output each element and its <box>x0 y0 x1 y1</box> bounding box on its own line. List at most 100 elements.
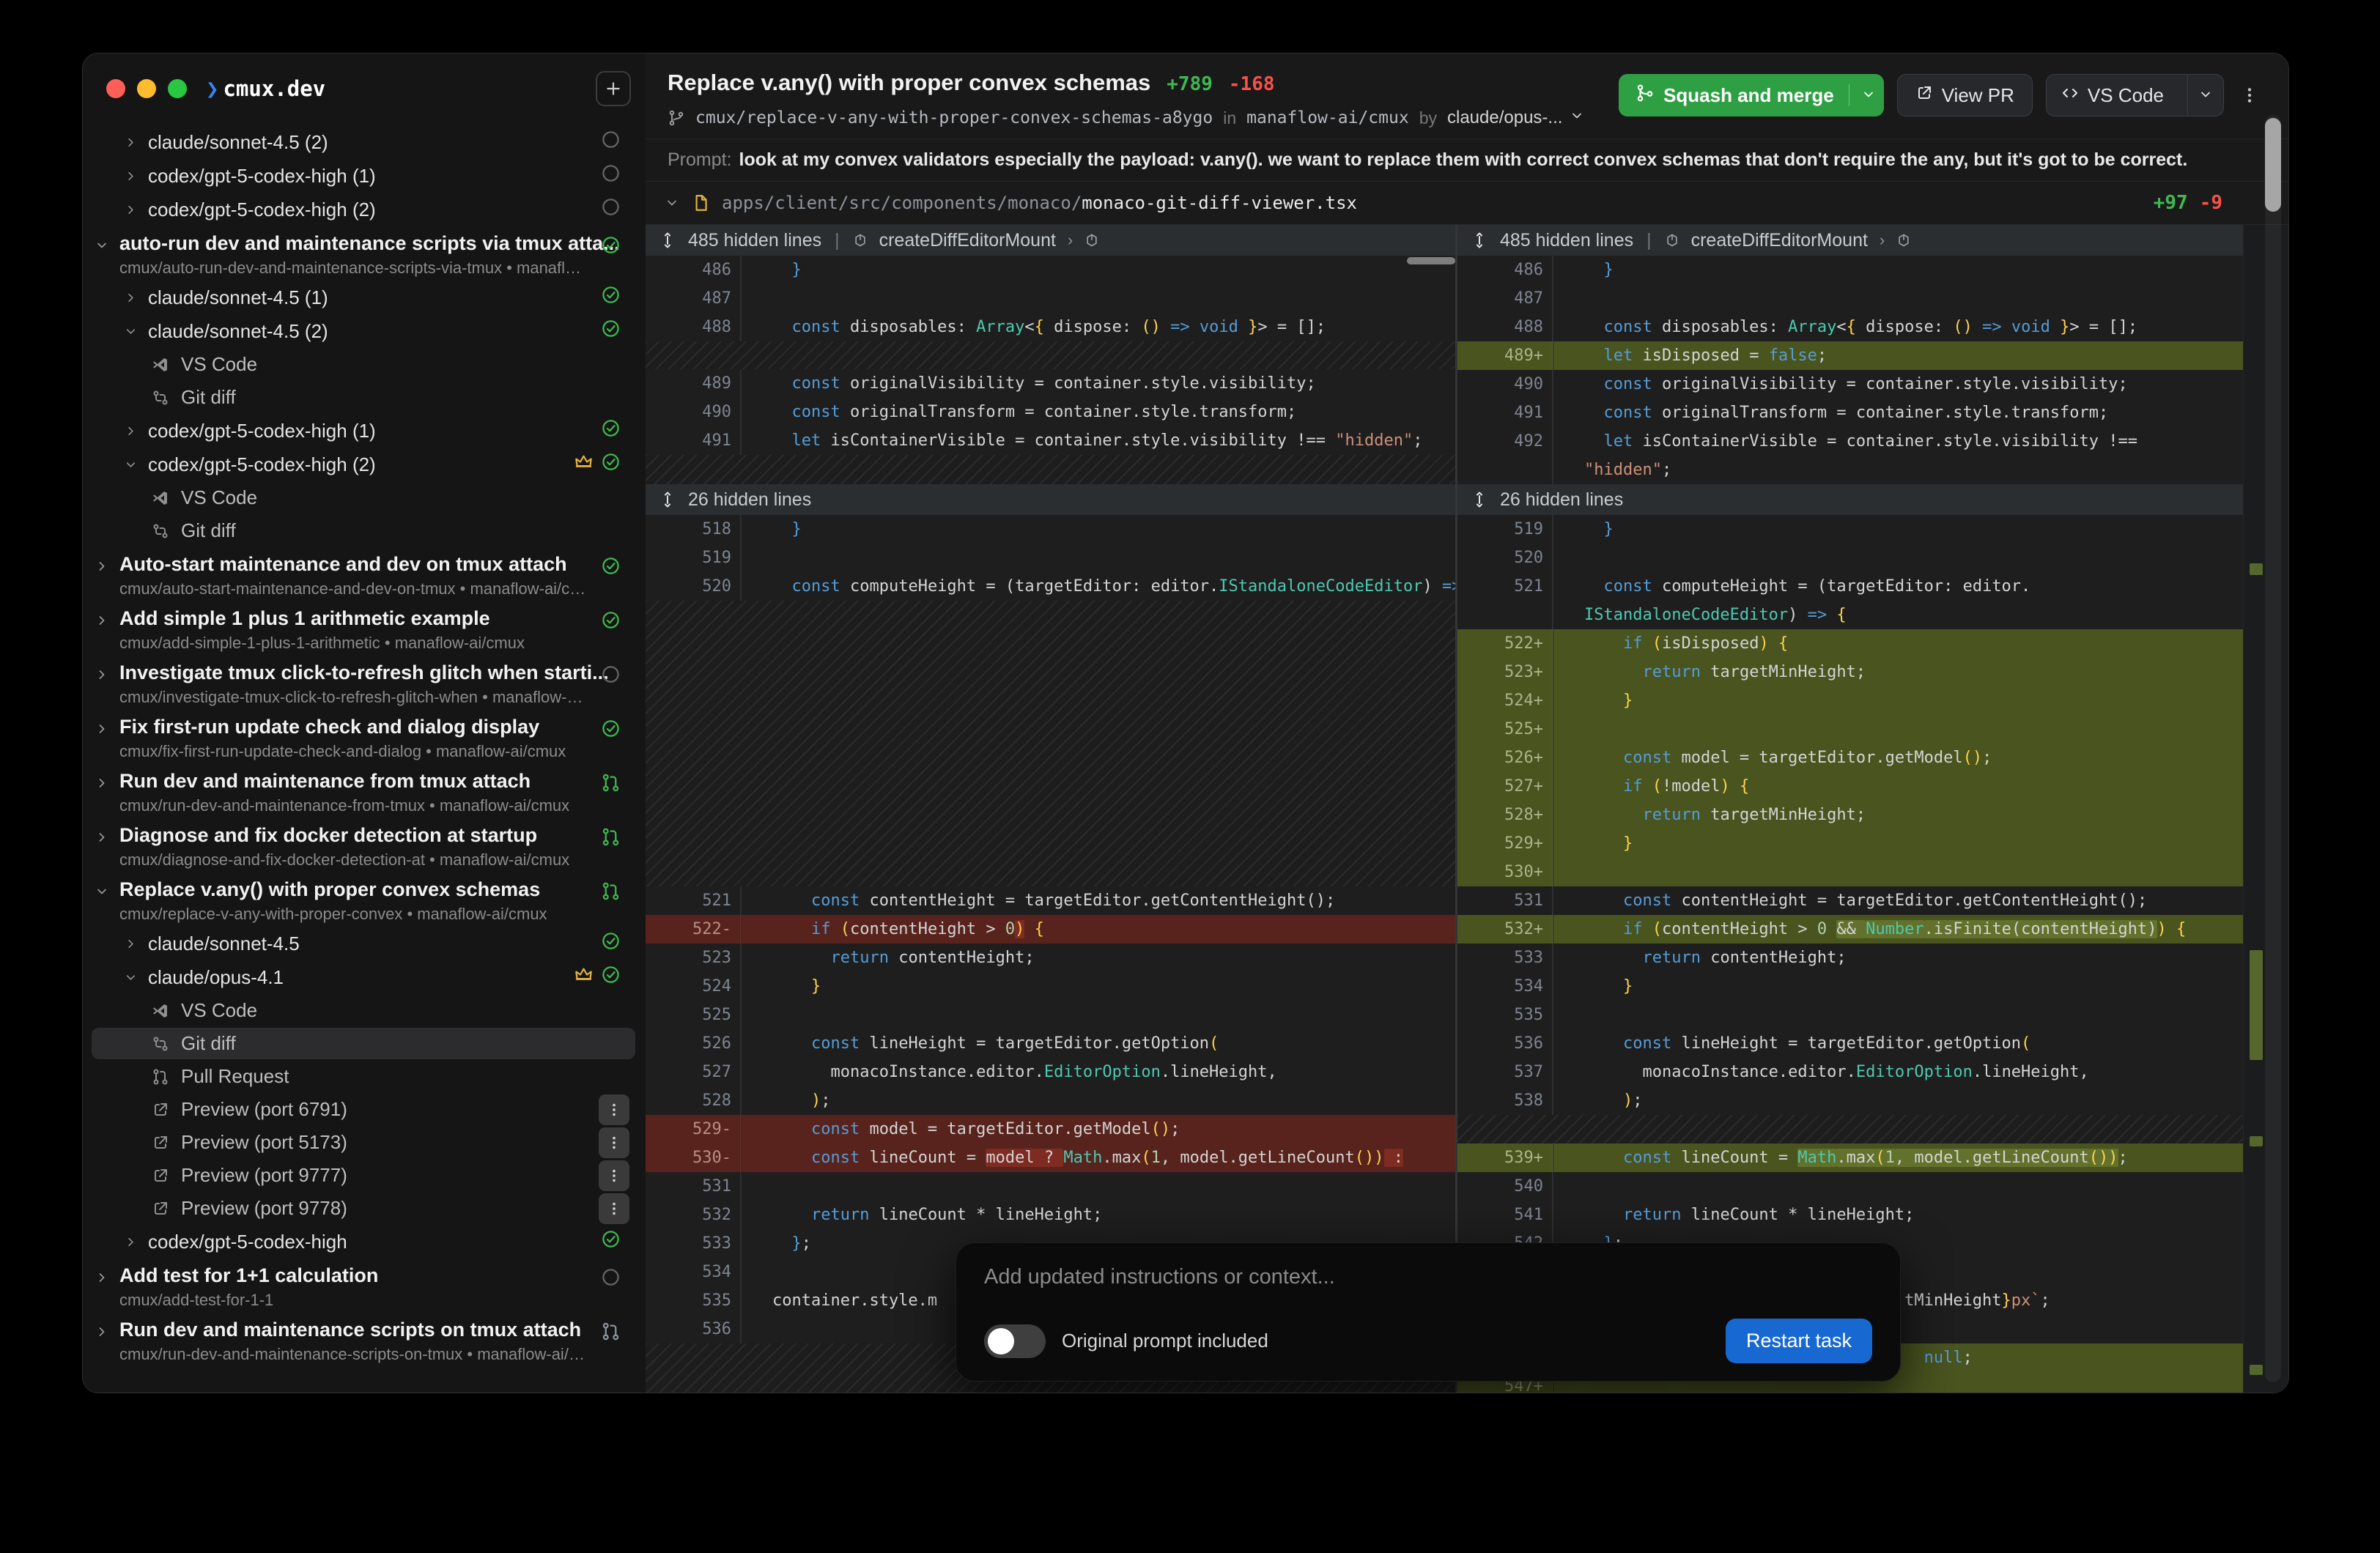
diff-code-line[interactable]: 531 <box>646 1172 1455 1201</box>
diff-code-line[interactable]: 537 monacoInstance.editor.EditorOption.l… <box>1457 1058 2243 1086</box>
diff-code-line[interactable]: 489+ let isDisposed = false; <box>1457 341 2243 370</box>
hidden-lines-header[interactable]: 485 hidden lines|createDiffEditorMount› <box>1457 225 2243 256</box>
diff-code-line[interactable]: 491 let isContainerVisible = container.s… <box>646 426 1455 455</box>
diff-code-line[interactable]: 533 return contentHeight; <box>1457 944 2243 972</box>
sidebar-action-git-diff[interactable]: Git diff <box>83 381 646 414</box>
chevron-right-icon[interactable] <box>95 667 109 682</box>
chevron-right-icon[interactable] <box>95 722 109 736</box>
diff-code-line[interactable]: 491 const originalTransform = container.… <box>1457 399 2243 427</box>
breadcrumb-symbol[interactable]: createDiffEditorMount <box>1691 230 1868 251</box>
sidebar-task[interactable]: Auto-start maintenance and dev on tmux a… <box>83 547 646 601</box>
sidebar-agent-branch[interactable]: codex/gpt-5-codex-high <box>83 1225 646 1259</box>
sidebar-action-vs-code[interactable]: VS Code <box>83 348 646 381</box>
breadcrumb-symbol[interactable]: createDiffEditorMount <box>879 230 1056 251</box>
sidebar-task[interactable]: Replace v.any() with proper convex schem… <box>83 872 646 927</box>
sidebar-task[interactable]: auto-run dev and maintenance scripts via… <box>83 226 646 281</box>
diff-code-line[interactable]: 528 ); <box>646 1086 1455 1115</box>
file-row[interactable]: apps/client/src/components/monaco/monaco… <box>646 181 2288 225</box>
chevron-right-icon[interactable] <box>124 937 138 951</box>
close-button[interactable] <box>106 79 125 98</box>
diff-code-line[interactable]: 487 <box>1457 284 2243 313</box>
sidebar-agent-branch[interactable]: codex/gpt-5-codex-high (2) <box>83 448 646 481</box>
diff-code-line[interactable]: 527+ if (!model) { <box>1457 772 2243 801</box>
hidden-lines-header[interactable]: 26 hidden lines <box>646 484 1455 515</box>
diff-code-line[interactable]: 530- const lineCount = model ? Math.max(… <box>646 1144 1455 1172</box>
sidebar-agent-branch[interactable]: codex/gpt-5-codex-high (1) <box>83 414 646 448</box>
sidebar-action-vs-code[interactable]: VS Code <box>83 994 646 1027</box>
composer-input[interactable]: Add updated instructions or context... <box>984 1265 1872 1289</box>
hidden-lines-header[interactable]: 485 hidden lines|createDiffEditorMount› <box>646 225 1455 256</box>
chevron-right-icon[interactable] <box>95 559 109 574</box>
vscode-dropdown-button[interactable] <box>2187 75 2223 116</box>
sidebar-task[interactable]: Run dev and maintenance from tmux attach… <box>83 764 646 818</box>
sidebar-task[interactable]: Run dev and maintenance scripts on tmux … <box>83 1313 646 1367</box>
chevron-down-icon[interactable] <box>124 971 138 985</box>
sidebar-action-git-diff[interactable]: Git diff <box>83 1027 646 1060</box>
restart-task-button[interactable]: Restart task <box>1726 1319 1872 1363</box>
diff-code-line[interactable]: 530+ <box>1457 858 2243 886</box>
app-scrollbar[interactable] <box>2265 115 2281 1382</box>
sidebar-task[interactable]: Investigate tmux click-to-refresh glitch… <box>83 656 646 710</box>
diff-code-line[interactable]: 538 ); <box>1457 1086 2243 1115</box>
chevron-down-icon[interactable] <box>95 884 109 899</box>
minimize-button[interactable] <box>137 79 156 98</box>
collapse-chevron-icon[interactable] <box>665 196 679 210</box>
diff-code-line[interactable]: 490 const originalVisibility = container… <box>1457 370 2243 399</box>
diff-code-line[interactable]: 525+ <box>1457 715 2243 744</box>
diff-code-line[interactable]: 527 monacoInstance.editor.EditorOption.l… <box>646 1058 1455 1086</box>
zoom-button[interactable] <box>168 79 187 98</box>
sidebar-agent-branch[interactable]: claude/sonnet-4.5 (2) <box>83 314 646 348</box>
sidebar-action-vs-code[interactable]: VS Code <box>83 481 646 514</box>
diff-code-line[interactable]: 523+ return targetMinHeight; <box>1457 658 2243 686</box>
diff-code-line[interactable]: 532 return lineCount * lineHeight; <box>646 1201 1455 1229</box>
sidebar-action-preview-port-9777-[interactable]: Preview (port 9777) <box>83 1159 646 1192</box>
diff-code-line[interactable]: IStandaloneCodeEditor) => { <box>1457 601 2243 629</box>
sidebar-agent-branch[interactable]: codex/gpt-5-codex-high (2) <box>83 193 646 226</box>
diff-code-line[interactable]: 490 const originalTransform = container.… <box>646 398 1455 426</box>
diff-code-line[interactable]: 521 const contentHeight = targetEditor.g… <box>646 886 1455 915</box>
sidebar-task[interactable]: Fix first-run update check and dialog di… <box>83 710 646 764</box>
diff-code-line[interactable]: 519 } <box>1457 515 2243 544</box>
sidebar-task[interactable]: Add simple 1 plus 1 arithmetic examplecm… <box>83 601 646 656</box>
chevron-right-icon[interactable] <box>124 169 138 183</box>
diff-code-line[interactable]: 522- if (contentHeight > 0) { <box>646 915 1455 944</box>
row-menu-button[interactable] <box>599 1193 629 1224</box>
diff-code-line[interactable]: 520 const computeHeight = (targetEditor:… <box>646 572 1455 601</box>
diff-code-line[interactable]: 524+ } <box>1457 686 2243 715</box>
diff-code-line[interactable]: 520 <box>1457 544 2243 572</box>
chevron-right-icon[interactable] <box>95 1324 109 1339</box>
diff-code-line[interactable]: 540 <box>1457 1172 2243 1201</box>
row-menu-button[interactable] <box>599 1160 629 1191</box>
view-pr-button[interactable]: View PR <box>1897 74 2033 116</box>
diff-code-line[interactable]: 526+ const model = targetEditor.getModel… <box>1457 744 2243 772</box>
sidebar-agent-branch[interactable]: claude/sonnet-4.5 <box>83 927 646 960</box>
vscode-button[interactable]: VS Code <box>2046 74 2224 116</box>
diff-code-line[interactable]: 488 const disposables: Array<{ dispose: … <box>646 313 1455 341</box>
sidebar-action-preview-port-9778-[interactable]: Preview (port 9778) <box>83 1192 646 1225</box>
diff-code-line[interactable]: 519 <box>646 544 1455 572</box>
sidebar-task[interactable]: Add test for 1+1 calculationcmux/add-tes… <box>83 1259 646 1313</box>
chevron-right-icon[interactable] <box>124 1235 138 1249</box>
chevron-down-icon[interactable] <box>124 325 138 338</box>
diff-code-line[interactable]: 486 } <box>646 256 1455 284</box>
hidden-lines-header[interactable]: 26 hidden lines <box>1457 484 2243 515</box>
diff-code-line[interactable]: 523 return contentHeight; <box>646 944 1455 972</box>
chevron-right-icon[interactable] <box>124 136 138 149</box>
diff-code-line[interactable]: 539+ const lineCount = Math.max(1, model… <box>1457 1144 2243 1172</box>
original-prompt-toggle[interactable] <box>984 1324 1046 1358</box>
diff-code-line[interactable]: 534 } <box>1457 972 2243 1001</box>
diff-code-line[interactable]: 492 let isContainerVisible = container.s… <box>1457 427 2243 456</box>
chevron-down-icon[interactable] <box>124 458 138 472</box>
row-menu-button[interactable] <box>599 1127 629 1158</box>
sidebar-agent-branch[interactable]: codex/gpt-5-codex-high (1) <box>83 159 646 193</box>
diff-code-line[interactable]: 535 <box>1457 1001 2243 1029</box>
sidebar-action-git-diff[interactable]: Git diff <box>83 514 646 547</box>
diff-code-line[interactable]: "hidden"; <box>1457 456 2243 484</box>
chevron-right-icon[interactable] <box>95 830 109 845</box>
diff-code-line[interactable]: 486 } <box>1457 256 2243 284</box>
diff-code-line[interactable]: 487 <box>646 284 1455 313</box>
row-menu-button[interactable] <box>599 1094 629 1125</box>
diff-code-line[interactable]: 518 } <box>646 515 1455 544</box>
sidebar-agent-branch[interactable]: claude/opus-4.1 <box>83 960 646 994</box>
diff-code-line[interactable]: 541 return lineCount * lineHeight; <box>1457 1201 2243 1229</box>
